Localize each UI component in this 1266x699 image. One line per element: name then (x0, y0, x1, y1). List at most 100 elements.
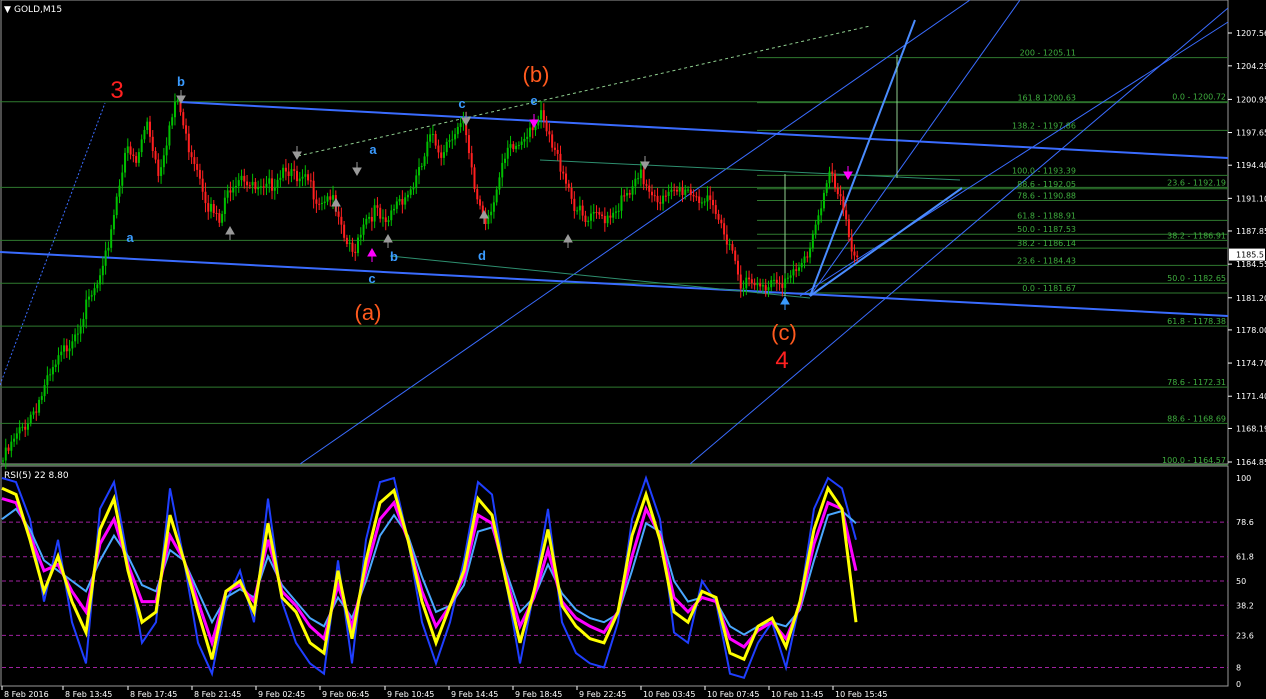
candle-body (645, 184, 648, 186)
candle-body (440, 152, 443, 158)
candle-body (301, 176, 304, 179)
candle-body (531, 127, 534, 131)
candle-body (198, 169, 201, 179)
candle-body (595, 211, 598, 213)
fib-level-label: 100.0 - 1193.39 (1012, 166, 1076, 175)
fib-level-label: 38.2 - 1186.91 (1167, 231, 1226, 240)
candle-body (51, 367, 54, 375)
candle-body (559, 153, 562, 172)
diagonal-line-4[interactable] (809, 0, 1021, 297)
candle-body (459, 123, 462, 127)
candle-body (15, 433, 18, 439)
teal-lower-line[interactable] (389, 255, 811, 299)
candle-body (118, 185, 121, 197)
candle-body (856, 255, 859, 258)
candle-body (598, 212, 601, 215)
candle-body (68, 348, 71, 352)
candle-body (340, 216, 343, 225)
candle-body (126, 146, 129, 153)
candle-body (792, 269, 795, 276)
candle-body (689, 189, 692, 195)
candle-body (74, 334, 77, 342)
candle-body (706, 195, 709, 202)
fractal-arrow-icon (780, 295, 790, 310)
candle-body (556, 149, 559, 154)
time-tick-label: 9 Feb 22:45 (579, 690, 626, 699)
price-tick-label: 1204.29 (1236, 62, 1266, 71)
candle-body (667, 191, 670, 196)
time-tick-label: 10 Feb 03:45 (643, 690, 695, 699)
fractal-arrow-icon (843, 166, 853, 181)
fork-line[interactable] (809, 19, 916, 297)
dotted-trend-line[interactable] (0, 102, 106, 386)
fractal-arrow-icon (479, 209, 489, 224)
diagonal-line-1[interactable] (299, 0, 971, 465)
fractal-arrow-icon (367, 247, 377, 262)
candle-body (107, 247, 110, 251)
candle-body (814, 224, 817, 234)
candle-body (304, 174, 307, 177)
candle-body (390, 210, 393, 221)
candle-body (662, 195, 665, 204)
candle-body (259, 186, 262, 188)
price-tick-label: 1187.85 (1236, 227, 1266, 236)
time-tick-label: 8 Feb 17:45 (130, 690, 177, 699)
chart-canvas[interactable]: ▼ GOLD,M15 RSI(5) 22 8.80 200 - 1205.11 1… (0, 0, 1266, 699)
candle-body (584, 215, 587, 222)
candle-body (423, 156, 426, 167)
candle-body (739, 274, 742, 289)
candle-body (709, 195, 712, 200)
candle-body (473, 167, 476, 190)
candle-body (498, 177, 501, 190)
candle-body (761, 285, 764, 287)
candle-body (24, 426, 27, 430)
candle-body (817, 215, 820, 225)
candle-body (476, 189, 479, 200)
time-tick-label: 9 Feb 10:45 (387, 690, 434, 699)
candle-body (387, 220, 390, 223)
candle-body (271, 178, 274, 191)
candle-body (512, 144, 515, 150)
candle-body (409, 189, 412, 195)
candle-body (681, 187, 684, 195)
candle-body (287, 171, 290, 176)
rsi-tick-label: 50 (1236, 577, 1246, 586)
candle-body (404, 197, 407, 205)
candle-body (420, 166, 423, 168)
diagonal-line-2[interactable] (689, 7, 1229, 465)
price-tick-label: 1200.95 (1236, 95, 1266, 104)
candle-body (745, 277, 748, 289)
candle-body (90, 295, 93, 297)
candle-body (675, 189, 678, 192)
candle-body (112, 215, 115, 230)
candle-body (312, 180, 315, 200)
candle-body (445, 141, 448, 153)
candle-body (656, 195, 659, 203)
candle-body (40, 396, 43, 400)
candle-body (357, 237, 360, 253)
candle-body (246, 181, 249, 186)
candle-body (617, 210, 620, 212)
candle-body (490, 211, 493, 216)
fib-level-label: 200 - 1205.11 (1020, 49, 1076, 58)
candle-body (736, 260, 739, 275)
dotted-projection-line[interactable] (297, 25, 871, 157)
candle-body (57, 355, 60, 365)
support-line[interactable] (809, 187, 963, 297)
candle-body (332, 195, 335, 200)
candle-body (162, 155, 165, 168)
candle-body (307, 174, 310, 181)
candle-body (373, 205, 376, 222)
candle-body (603, 215, 606, 224)
candle-body (639, 169, 642, 179)
time-tick-label: 8 Feb 21:45 (194, 690, 241, 699)
candle-body (309, 180, 312, 182)
rsi-indicator-title: RSI(5) 22 8.80 (4, 471, 69, 481)
rsi-indicator: 100 78.6 61.8 50 38.2 23.6 8 0 (1, 474, 1254, 689)
candle-body (354, 251, 357, 253)
candle-body (437, 145, 440, 153)
candle-body (18, 427, 21, 434)
candle-body (834, 173, 837, 188)
diagonal-line-3[interactable] (799, 21, 1229, 297)
dropdown-arrow-icon[interactable]: ▼ (4, 5, 11, 15)
